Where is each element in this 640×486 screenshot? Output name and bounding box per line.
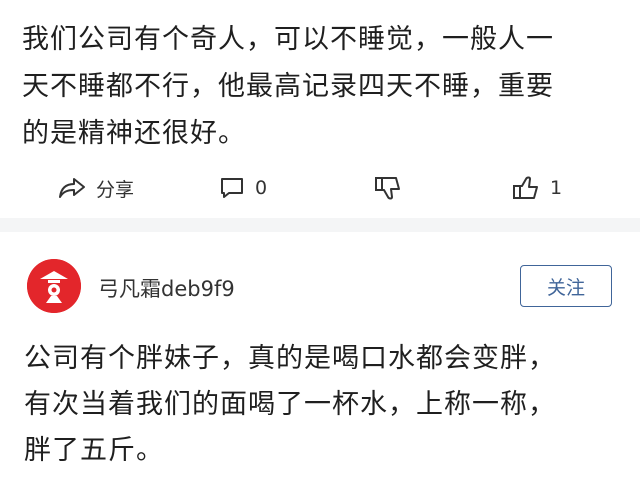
post-text-line: 天不睡都不行，他最高记录四天不睡，重要 [22,71,554,102]
thumbs-up-icon [512,175,540,201]
avatar[interactable] [27,259,81,313]
comment-header: 弓凡霜deb9f9 关注 [0,232,640,332]
comment-text-line: 公司有个胖妹子，真的是喝口水都会变胖， [24,343,556,374]
dislike-button[interactable] [374,168,402,208]
comment-author-name[interactable]: 弓凡霜deb9f9 [98,273,235,303]
share-label: 分享 [96,178,135,201]
post-body: 我们公司有个奇人，可以不睡觉，一般人一 天不睡都不行，他最高记录四天不睡，重要 … [22,16,622,157]
avatar-logo-icon [27,259,81,313]
post-text-line: 的是精神还很好。 [22,118,246,149]
comment-button[interactable]: 0 [219,168,267,208]
share-arrow-icon [58,176,86,200]
comment-bubble-icon [219,176,245,200]
comment-text-line: 胖了五斤。 [24,435,164,466]
thumbs-down-icon [374,175,402,201]
comment-text-line: 有次当着我们的面喝了一杯水，上称一称， [24,389,556,420]
follow-button[interactable]: 关注 [520,265,612,307]
comment-body: 公司有个胖妹子，真的是喝口水都会变胖， 有次当着我们的面喝了一杯水，上称一称， … [24,336,624,474]
section-divider [0,218,640,232]
share-button[interactable]: 分享 [58,168,134,208]
like-button[interactable]: 1 [512,168,562,208]
post-action-bar: 分享 0 1 [0,168,640,208]
post-text-line: 我们公司有个奇人，可以不睡觉，一般人一 [22,24,554,55]
comment-count: 0 [255,177,268,199]
like-count: 1 [550,177,563,199]
